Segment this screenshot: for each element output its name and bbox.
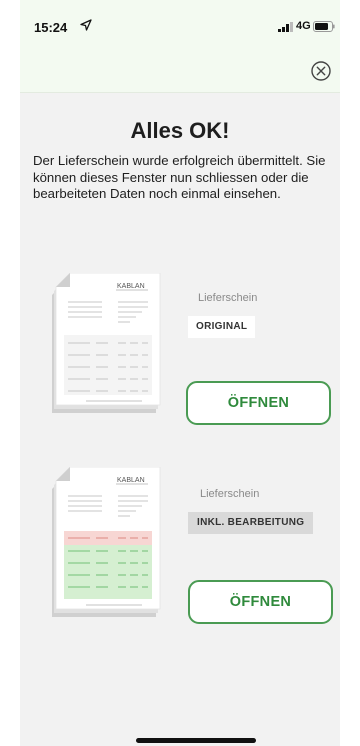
badge-original: ORIGINAL — [188, 316, 256, 338]
delivery-note-edited-document-icon: KABLAN — [52, 467, 161, 617]
page-title: Alles OK! — [130, 118, 230, 143]
badge-edited: INKL. BEARBEITUNG — [188, 512, 314, 534]
close-icon[interactable] — [310, 60, 332, 82]
doc-logo-text: KABLAN — [117, 283, 145, 290]
doc-logo-text: KABLAN — [117, 477, 145, 484]
location-arrow-icon — [80, 19, 92, 31]
success-description: Der Lieferschein wurde erfolgreich überm… — [33, 153, 326, 201]
top-bar — [20, 58, 340, 93]
app-frame: 15:24 4G Alles OK! Der Lieferschein wurd… — [20, 0, 340, 746]
delivery-note-document-icon: KABLAN — [52, 273, 161, 413]
document-label-edited: Lieferschein — [200, 488, 260, 500]
network-type: 4G — [296, 20, 311, 32]
status-bar: 15:24 4G — [20, 0, 340, 58]
battery-icon — [313, 21, 335, 32]
open-edited-button[interactable]: ÖFFNEN — [188, 580, 333, 624]
document-label-original: Lieferschein — [198, 292, 258, 304]
home-indicator[interactable] — [136, 738, 256, 743]
open-original-button[interactable]: ÖFFNEN — [186, 381, 331, 425]
signal-bars-icon — [278, 22, 293, 32]
status-time: 15:24 — [34, 20, 68, 35]
